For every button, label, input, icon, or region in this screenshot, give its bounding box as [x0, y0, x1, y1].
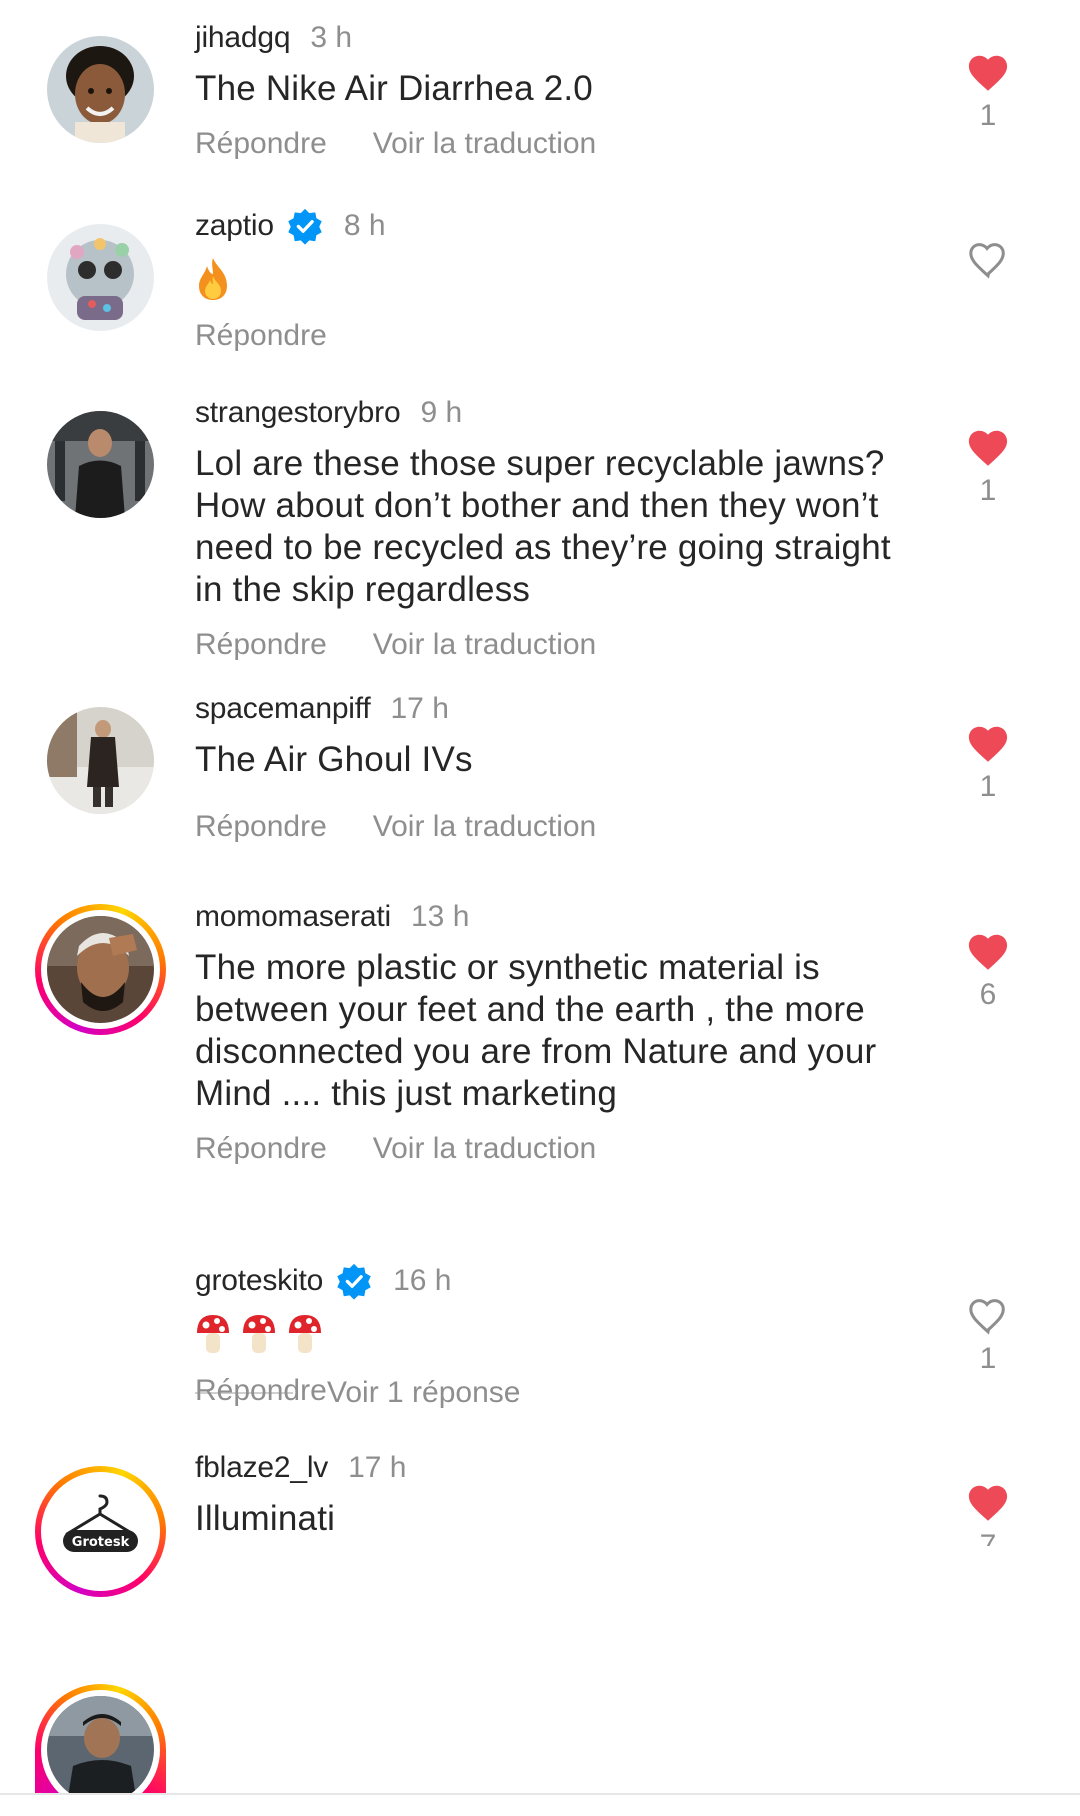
- svg-text:Grotesk: Grotesk: [72, 1535, 130, 1550]
- avatar[interactable]: [47, 224, 154, 331]
- avatar-story-ring[interactable]: Grotesk: [35, 1466, 166, 1597]
- comment-text: The more plastic or synthetic material i…: [195, 948, 877, 1113]
- timestamp: 17 h: [390, 692, 449, 725]
- like-count: 7: [979, 1529, 997, 1546]
- username[interactable]: momomaserati: [195, 897, 391, 937]
- comment-actions: Répondre Voir la traduction: [195, 124, 915, 164]
- username[interactable]: zaptio: [195, 206, 274, 246]
- username[interactable]: fblaze2_lv: [195, 1448, 328, 1488]
- comment-actions: Répondre Voir la traduction: [195, 625, 915, 665]
- heart-outline-icon: [969, 1299, 1005, 1335]
- reply-button[interactable]: Répondre: [195, 319, 327, 352]
- comment-meta: groteskito 16 h: [195, 1261, 915, 1301]
- mushroom-emoji-icon: [197, 1315, 229, 1353]
- reply-button[interactable]: Répondre: [195, 1132, 327, 1165]
- like-count: 1: [979, 474, 997, 507]
- heart-filled-icon: [968, 55, 1008, 91]
- like-button[interactable]: 6: [963, 929, 1013, 1013]
- comment-actions: Répondre Voir la traduction: [195, 1129, 915, 1169]
- like-button[interactable]: 1: [963, 425, 1013, 509]
- comment-meta: zaptio 8 h: [195, 206, 915, 246]
- timestamp: 13 h: [410, 900, 470, 933]
- reply-button[interactable]: Répondre: [195, 810, 327, 843]
- comment-actions: Répondre: [195, 1371, 915, 1411]
- comment-text: The Nike Air Diarrhea 2.0: [195, 69, 593, 108]
- like-count: 1: [979, 99, 997, 132]
- reply-button[interactable]: Répondre: [195, 127, 327, 160]
- reply-button[interactable]: Répondre: [195, 1374, 327, 1407]
- comment-text: The Air Ghoul IVs: [195, 740, 473, 779]
- avatar[interactable]: [47, 707, 154, 814]
- translate-button[interactable]: Voir la traduction: [373, 1132, 596, 1165]
- heart-outline-icon: [969, 243, 1005, 279]
- timestamp: 16 h: [393, 1264, 452, 1297]
- timestamp: 17 h: [348, 1451, 407, 1484]
- like-button[interactable]: 1: [963, 50, 1013, 134]
- comment-text: Lol are these those super recyclable jaw…: [195, 444, 891, 609]
- comment-meta: jihadgq 3 h: [195, 18, 915, 58]
- comment-text: Illuminati: [195, 1499, 336, 1538]
- like-button[interactable]: [963, 237, 1013, 279]
- timestamp: 8 h: [343, 209, 386, 242]
- verified-badge-icon: [337, 1263, 371, 1300]
- heart-filled-icon: [968, 934, 1008, 970]
- heart-filled-icon: [968, 430, 1008, 466]
- translate-button[interactable]: Voir la traduction: [373, 127, 596, 160]
- like-count: 1: [979, 1342, 997, 1375]
- avatar[interactable]: [47, 36, 154, 143]
- comment-meta: spacemanpiff 17 h: [195, 689, 915, 729]
- grotesk-logo: Grotesk: [47, 1478, 154, 1585]
- comment-meta: fblaze2_lv 17 h: [195, 1448, 915, 1488]
- heart-filled-icon: [968, 726, 1008, 762]
- translate-button[interactable]: Voir la traduction: [373, 810, 596, 843]
- comment-emoji: [195, 1311, 915, 1357]
- avatar[interactable]: [47, 411, 154, 518]
- like-count: 6: [979, 978, 997, 1011]
- avatar-story-ring[interactable]: [35, 1684, 166, 1793]
- username[interactable]: groteskito: [195, 1261, 323, 1301]
- verified-badge-icon: [288, 208, 322, 245]
- like-button[interactable]: 1: [963, 721, 1013, 805]
- like-button[interactable]: 7: [963, 1480, 1013, 1546]
- like-button[interactable]: 1: [963, 1293, 1013, 1377]
- heart-filled-icon: [968, 1485, 1008, 1521]
- timestamp: 3 h: [310, 21, 353, 54]
- like-count: 1: [979, 770, 997, 803]
- fire-emoji-icon: [199, 258, 227, 300]
- timestamp: 9 h: [420, 396, 463, 429]
- mushroom-emoji-icon: [289, 1315, 321, 1353]
- bottom-divider: [0, 1793, 1080, 1795]
- username[interactable]: jihadgq: [195, 18, 291, 58]
- username[interactable]: spacemanpiff: [195, 689, 371, 729]
- comment-meta: strangestorybro 9 h: [195, 393, 915, 433]
- reply-button[interactable]: Répondre: [195, 628, 327, 661]
- comment-emoji: [195, 256, 915, 302]
- comment-actions: Répondre: [195, 316, 915, 356]
- avatar-story-ring[interactable]: [35, 904, 166, 1035]
- translate-button[interactable]: Voir la traduction: [373, 628, 596, 661]
- comment-actions: Répondre Voir la traduction: [195, 807, 915, 847]
- username[interactable]: strangestorybro: [195, 393, 401, 433]
- comment-meta: momomaserati 13 h: [195, 897, 915, 937]
- mushroom-emoji-icon: [243, 1315, 275, 1353]
